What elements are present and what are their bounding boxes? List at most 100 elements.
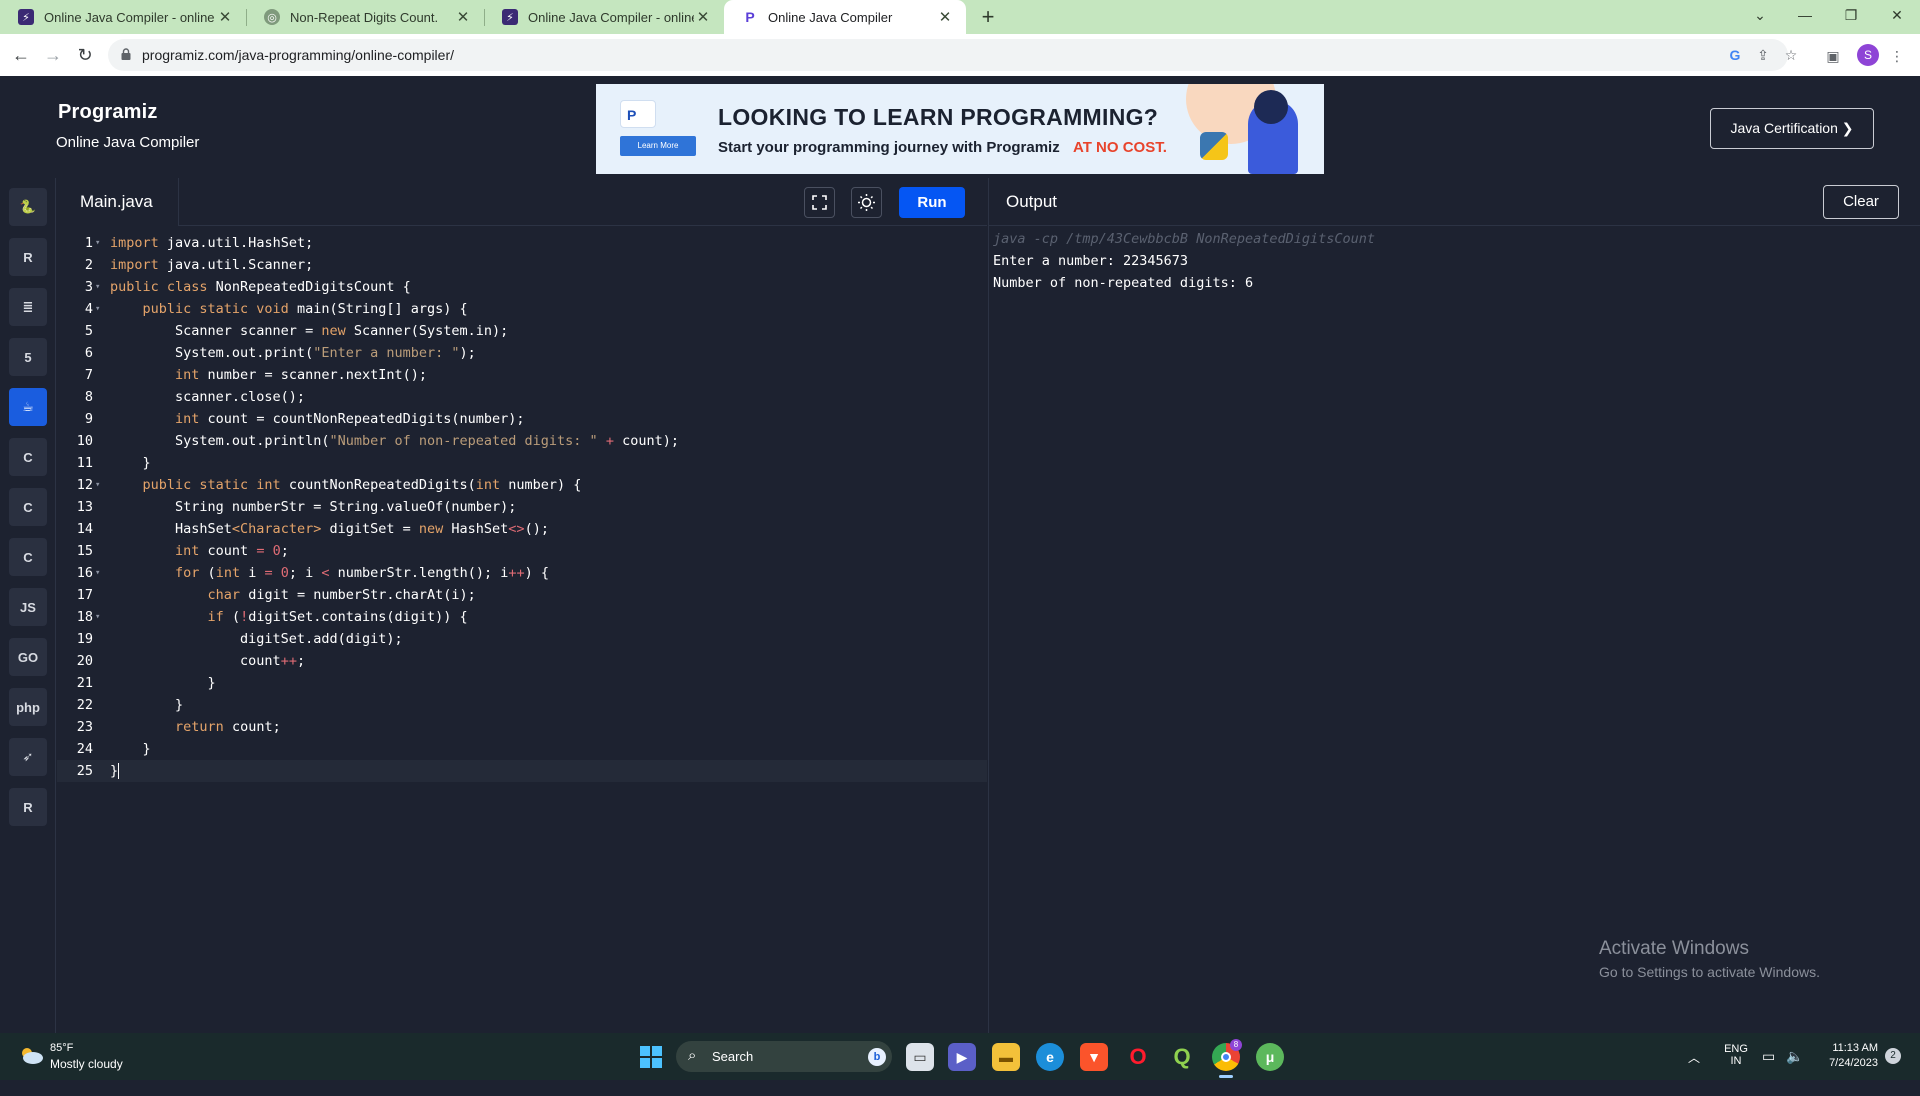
code-text: } bbox=[110, 763, 120, 779]
restore-button[interactable]: ❐ bbox=[1828, 0, 1874, 34]
fold-arrow-icon[interactable]: ▾ bbox=[95, 276, 105, 298]
code-line: 18 ▾ if (!digitSet.contains(digit)) { bbox=[57, 606, 987, 628]
language-javascript-button[interactable]: JS bbox=[9, 588, 47, 626]
windows-start-icon[interactable] bbox=[640, 1046, 662, 1068]
task-view-icon[interactable]: ▭ bbox=[906, 1043, 934, 1071]
tab-title: Non-Repeat Digits Count. bbox=[290, 9, 439, 25]
line-number: 8 bbox=[84, 389, 93, 405]
output-pane: Output Clear java -cp /tmp/43CewbbcbB No… bbox=[988, 178, 1920, 1033]
side-panel-icon[interactable]: ▣ bbox=[1824, 47, 1842, 65]
more-menu-icon[interactable]: ⋮ bbox=[1888, 47, 1906, 65]
fold-arrow-icon[interactable]: ▾ bbox=[95, 606, 105, 628]
fold-arrow-icon[interactable]: ▾ bbox=[95, 232, 105, 254]
cloudy-weather-icon[interactable] bbox=[18, 1045, 44, 1065]
reload-icon[interactable]: ↻ bbox=[72, 42, 98, 68]
show-hidden-icons-chevron[interactable]: ︿ bbox=[1688, 1049, 1700, 1096]
profile-avatar[interactable]: S bbox=[1857, 44, 1879, 66]
teams-chat-icon[interactable]: ▶ bbox=[948, 1043, 976, 1071]
go-icon: GO bbox=[17, 649, 39, 665]
code-line: 10 System.out.println("Number of non-rep… bbox=[57, 430, 987, 452]
browser-tab-4-active[interactable]: P Online Java Compiler ✕ bbox=[724, 0, 966, 34]
language-swift-button[interactable]: ➶ bbox=[9, 738, 47, 776]
clock[interactable]: 11:13 AM 7/24/2023 bbox=[1818, 1042, 1878, 1089]
brave-browser-icon[interactable]: ▼ bbox=[1080, 1043, 1108, 1071]
theme-toggle-button[interactable] bbox=[851, 187, 882, 218]
programiz-logo[interactable]: Programiz bbox=[58, 101, 158, 124]
language-java-button[interactable]: ☕ bbox=[9, 388, 47, 426]
browser-tab-strip: ⚡ Online Java Compiler - online ed ✕ ◎ N… bbox=[0, 0, 1920, 34]
clear-button[interactable]: Clear bbox=[1823, 185, 1899, 219]
back-arrow-icon[interactable]: ← bbox=[8, 42, 34, 68]
code-text: import java.util.HashSet; bbox=[110, 235, 314, 251]
volume-icon[interactable]: 🔈 bbox=[1786, 1048, 1803, 1095]
code-text: public static void main(String[] args) { bbox=[142, 301, 468, 317]
language-c-button[interactable]: C bbox=[9, 438, 47, 476]
taskbar-search-box[interactable]: ⌕ Search b bbox=[676, 1041, 892, 1072]
opera-browser-icon[interactable]: O bbox=[1124, 1043, 1152, 1071]
browser-tab-2[interactable]: ◎ Non-Repeat Digits Count. ✕ bbox=[246, 0, 484, 34]
line-number: 5 bbox=[84, 323, 93, 339]
code-line: 4 ▾ public static void main(String[] args… bbox=[57, 298, 987, 320]
language-python-button[interactable]: 🐍 bbox=[9, 188, 47, 226]
line-number: 22 bbox=[76, 697, 93, 713]
code-text: HashSet<Character> digitSet = new HashSe… bbox=[110, 521, 549, 537]
close-icon[interactable]: ✕ bbox=[694, 8, 712, 26]
share-icon[interactable]: ⇪ bbox=[1754, 46, 1772, 64]
browser-tab-3[interactable]: ⚡ Online Java Compiler - online ed ✕ bbox=[484, 0, 724, 34]
edge-browser-icon[interactable]: e bbox=[1036, 1043, 1064, 1071]
language-r-button[interactable]: R bbox=[9, 238, 47, 276]
google-lens-icon[interactable]: G bbox=[1726, 46, 1744, 64]
line-number: 1 bbox=[84, 235, 93, 251]
forward-arrow-icon[interactable]: → bbox=[40, 42, 66, 68]
code-line: 9 int count = countNonRepeatedDigits(num… bbox=[57, 408, 987, 430]
language-go-button[interactable]: GO bbox=[9, 638, 47, 676]
active-app-indicator bbox=[1219, 1075, 1233, 1078]
language-cpp-button[interactable]: C bbox=[9, 488, 47, 526]
advertisement-banner[interactable]: P Learn More LOOKING TO LEARN PROGRAMMIN… bbox=[596, 84, 1324, 174]
fullscreen-button[interactable] bbox=[804, 187, 835, 218]
new-tab-button[interactable]: + bbox=[975, 4, 1001, 30]
address-bar[interactable]: programiz.com/java-programming/online-co… bbox=[108, 39, 1797, 71]
input-language-indicator[interactable]: ENG IN bbox=[1722, 1043, 1750, 1090]
code-line: 20 count++; bbox=[57, 650, 987, 672]
code-line: 16 ▾ for (int i = 0; i < numberStr.length… bbox=[57, 562, 987, 584]
page-subtitle: Online Java Compiler bbox=[56, 134, 200, 151]
tab-search-chevron-icon[interactable]: ⌄ bbox=[1737, 0, 1783, 34]
ad-tagline-highlight: AT NO COST. bbox=[1073, 139, 1167, 156]
editor-toolbar: Main.java Run bbox=[57, 178, 987, 226]
minimize-button[interactable]: — bbox=[1782, 0, 1828, 34]
close-icon[interactable]: ✕ bbox=[936, 8, 954, 26]
fold-arrow-icon[interactable]: ▾ bbox=[95, 298, 105, 320]
language-rust-button[interactable]: R bbox=[9, 788, 47, 826]
language-sql-button[interactable]: ≣ bbox=[9, 288, 47, 326]
file-explorer-icon[interactable]: ▬ bbox=[992, 1043, 1020, 1071]
utorrent-icon[interactable]: μ bbox=[1256, 1043, 1284, 1071]
window-close-button[interactable]: ✕ bbox=[1874, 0, 1920, 34]
notification-badge[interactable]: 2 bbox=[1885, 1048, 1901, 1064]
star-bookmark-icon[interactable]: ☆ bbox=[1782, 46, 1800, 64]
network-icon[interactable]: ▭ bbox=[1762, 1048, 1775, 1095]
code-line: 21 } bbox=[57, 672, 987, 694]
browser-tab-1[interactable]: ⚡ Online Java Compiler - online ed ✕ bbox=[0, 0, 246, 34]
fold-arrow-icon[interactable]: ▾ bbox=[95, 562, 105, 584]
close-icon[interactable]: ✕ bbox=[216, 8, 234, 26]
ad-learn-more-button[interactable]: Learn More bbox=[620, 136, 696, 156]
close-icon[interactable]: ✕ bbox=[454, 8, 472, 26]
code-area[interactable]: 1 ▾ import java.util.HashSet; 2 import java.… bbox=[57, 226, 987, 1033]
output-console[interactable]: java -cp /tmp/43CewbbcbB NonRepeatedDigi… bbox=[993, 228, 1375, 294]
qlik-app-icon[interactable]: Q bbox=[1168, 1043, 1196, 1071]
java-certification-button[interactable]: Java Certification ❯ bbox=[1710, 108, 1874, 149]
ad-illustration-head bbox=[1254, 90, 1288, 124]
language-php-button[interactable]: php bbox=[9, 688, 47, 726]
code-text: } bbox=[110, 455, 151, 471]
language-csharp-button[interactable]: C bbox=[9, 538, 47, 576]
sun-icon bbox=[858, 194, 875, 211]
code-text: } bbox=[110, 675, 216, 691]
fold-arrow-icon[interactable]: ▾ bbox=[95, 474, 105, 496]
run-button[interactable]: Run bbox=[899, 187, 965, 218]
language-html-button[interactable]: 5 bbox=[9, 338, 47, 376]
file-tab-main-java[interactable]: Main.java bbox=[57, 178, 179, 226]
swift-icon: ➶ bbox=[22, 749, 34, 764]
line-number: 18 bbox=[76, 609, 93, 625]
code-text: int count = countNonRepeatedDigits(numbe… bbox=[175, 411, 525, 427]
